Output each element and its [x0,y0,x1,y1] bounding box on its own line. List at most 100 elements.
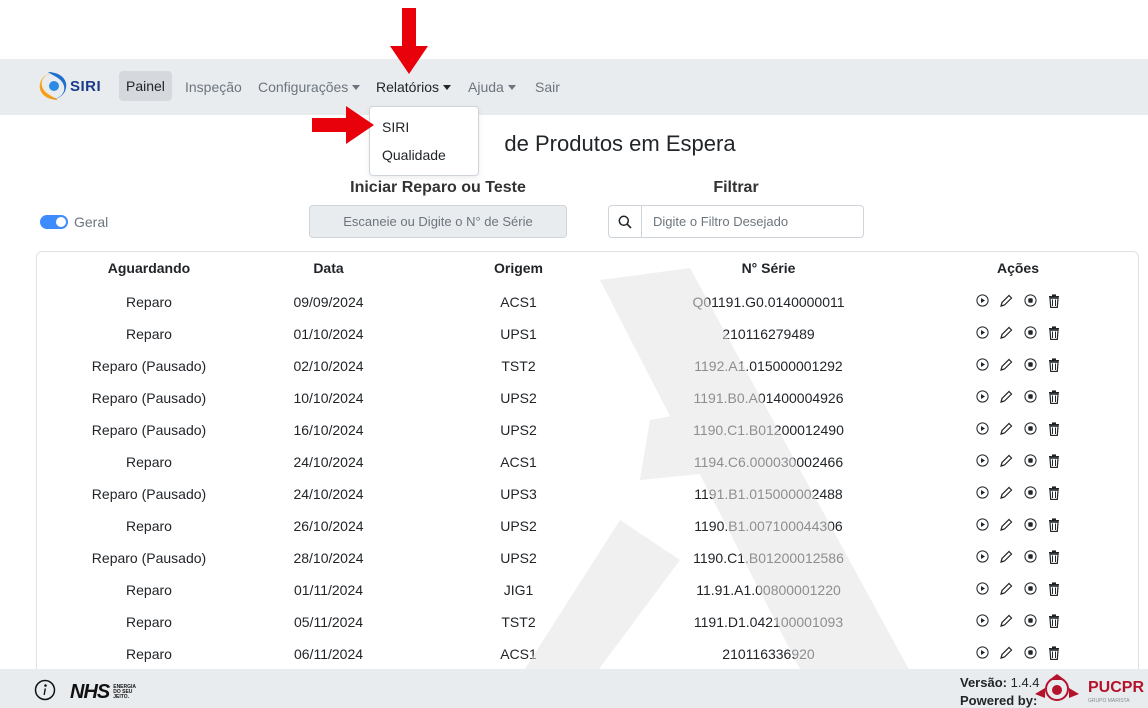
pencil-icon[interactable] [999,358,1013,372]
table-row[interactable]: Reparo (Pausado) 24/10/2024 UPS3 1191.B1.01… [37,478,1138,510]
pucpr-crest-icon [1035,674,1079,701]
stop-icon[interactable] [1023,614,1037,628]
table-header-row: Aguardando Data Origem N° Série Ações [37,252,1138,286]
pencil-icon[interactable] [999,326,1013,340]
col-data[interactable]: Data [261,252,396,286]
pencil-icon[interactable] [999,518,1013,532]
toggle-label: Geral [74,214,109,230]
pencil-icon[interactable] [999,614,1013,628]
play-icon[interactable] [975,614,989,628]
play-icon[interactable] [975,454,989,468]
serial-scan-input[interactable] [309,205,567,238]
play-icon[interactable] [975,294,989,308]
pencil-icon[interactable] [999,486,1013,500]
play-icon[interactable] [975,422,989,436]
play-icon[interactable] [975,582,989,596]
table-row[interactable]: Reparo (Pausado) 28/10/2024 UPS2 1190.C1.B0… [37,542,1138,574]
trash-icon[interactable] [1047,646,1061,660]
table-row[interactable]: Reparo (Pausado) 16/10/2024 UPS2 1190.C1.B0… [37,414,1138,446]
pencil-icon[interactable] [999,550,1013,564]
pencil-icon[interactable] [999,646,1013,660]
trash-icon[interactable] [1047,422,1061,436]
table-row[interactable]: Reparo 01/10/2024 UPS1 210116279489 [37,318,1138,350]
trash-icon[interactable] [1047,518,1061,532]
stop-icon[interactable] [1023,454,1037,468]
pencil-icon[interactable] [999,390,1013,404]
version-text: Versão: 1.4.4 [960,675,1040,690]
play-icon[interactable] [975,550,989,564]
trash-icon[interactable] [1047,582,1061,596]
cell-data: 09/09/2024 [293,294,364,310]
table-row[interactable]: Reparo 01/11/2024 JIG1 11.91.A1.00800001220 [37,574,1138,606]
cell-origem: TST2 [501,614,536,630]
siri-logo[interactable]: SIRI [38,67,101,105]
col-aguardando[interactable]: Aguardando [37,252,261,286]
stop-icon[interactable] [1023,294,1037,308]
cell-data: 26/10/2024 [293,518,364,534]
filter-input-group [608,205,864,238]
trash-icon[interactable] [1047,614,1061,628]
stop-icon[interactable] [1023,422,1037,436]
play-icon[interactable] [975,358,989,372]
table-row[interactable]: Reparo 26/10/2024 UPS2 1190.B1.007100044306 [37,510,1138,542]
nav-inspecao[interactable]: Inspeção [185,79,242,95]
cell-numero-serie: 210116279489 [722,326,815,342]
stop-icon[interactable] [1023,582,1037,596]
dropdown-item-siri[interactable]: SIRI [382,119,409,135]
stop-icon[interactable] [1023,518,1037,532]
pucpr-subtext: GRUPO MARISTA [1088,698,1130,704]
geral-toggle[interactable]: Geral [40,214,108,230]
pencil-icon[interactable] [999,582,1013,596]
trash-icon[interactable] [1047,390,1061,404]
pencil-icon[interactable] [999,454,1013,468]
stop-icon[interactable] [1023,326,1037,340]
stop-icon[interactable] [1023,486,1037,500]
trash-icon[interactable] [1047,358,1061,372]
table-row[interactable]: Reparo (Pausado) 10/10/2024 UPS2 1191.B0.A0… [37,382,1138,414]
dropdown-item-qualidade[interactable]: Qualidade [382,147,446,163]
play-icon[interactable] [975,646,989,660]
stop-icon[interactable] [1023,550,1037,564]
stop-icon[interactable] [1023,390,1037,404]
cell-aguardando: Reparo [126,294,172,310]
row-actions [975,486,1061,500]
toggle-switch[interactable] [40,215,68,229]
info-icon[interactable] [34,679,56,701]
stop-icon[interactable] [1023,646,1037,660]
table-row[interactable]: Reparo 24/10/2024 ACS1 1194.C6.000030002466 [37,446,1138,478]
pencil-icon[interactable] [999,294,1013,308]
trash-icon[interactable] [1047,454,1061,468]
cell-acoes [896,638,1138,670]
stop-icon[interactable] [1023,358,1037,372]
cell-numero-serie: 1190.B1.007100044306 [694,518,843,534]
cell-acoes [896,542,1138,574]
col-origem[interactable]: Origem [396,252,641,286]
cell-acoes [896,382,1138,414]
play-icon[interactable] [975,518,989,532]
play-icon[interactable] [975,486,989,500]
nav-configuracoes[interactable]: Configurações [258,79,361,95]
cell-data: 02/10/2024 [293,358,364,374]
cell-aguardando: Reparo (Pausado) [91,486,207,502]
table-row[interactable]: Reparo (Pausado) 02/10/2024 TST2 1192.A1.01… [37,350,1138,382]
cell-numero-serie: 1192.A1.015000001292 [694,358,843,374]
nav-relatorios[interactable]: Relatórios [376,79,452,95]
row-actions [975,358,1061,372]
table-row[interactable]: Reparo 05/11/2024 TST2 1191.D1.042100001093 [37,606,1138,638]
trash-icon[interactable] [1047,550,1061,564]
trash-icon[interactable] [1047,294,1061,308]
table-row[interactable]: Reparo 09/09/2024 ACS1 Q01191.G0.0140000011 [37,286,1138,318]
trash-icon[interactable] [1047,326,1061,340]
filter-input[interactable] [642,214,862,229]
pencil-icon[interactable] [999,422,1013,436]
pending-products-table-card: Aguardando Data Origem N° Série Ações Re… [36,251,1139,691]
col-numero-serie[interactable]: N° Série [641,252,896,286]
trash-icon[interactable] [1047,486,1061,500]
play-icon[interactable] [975,326,989,340]
table-row[interactable]: Reparo 06/11/2024 ACS1 210116336920 [37,638,1138,670]
nav-ajuda[interactable]: Ajuda [468,79,516,95]
nav-painel[interactable]: Painel [119,71,172,101]
cell-origem: ACS1 [500,294,537,310]
play-icon[interactable] [975,390,989,404]
nav-sair[interactable]: Sair [535,79,560,95]
